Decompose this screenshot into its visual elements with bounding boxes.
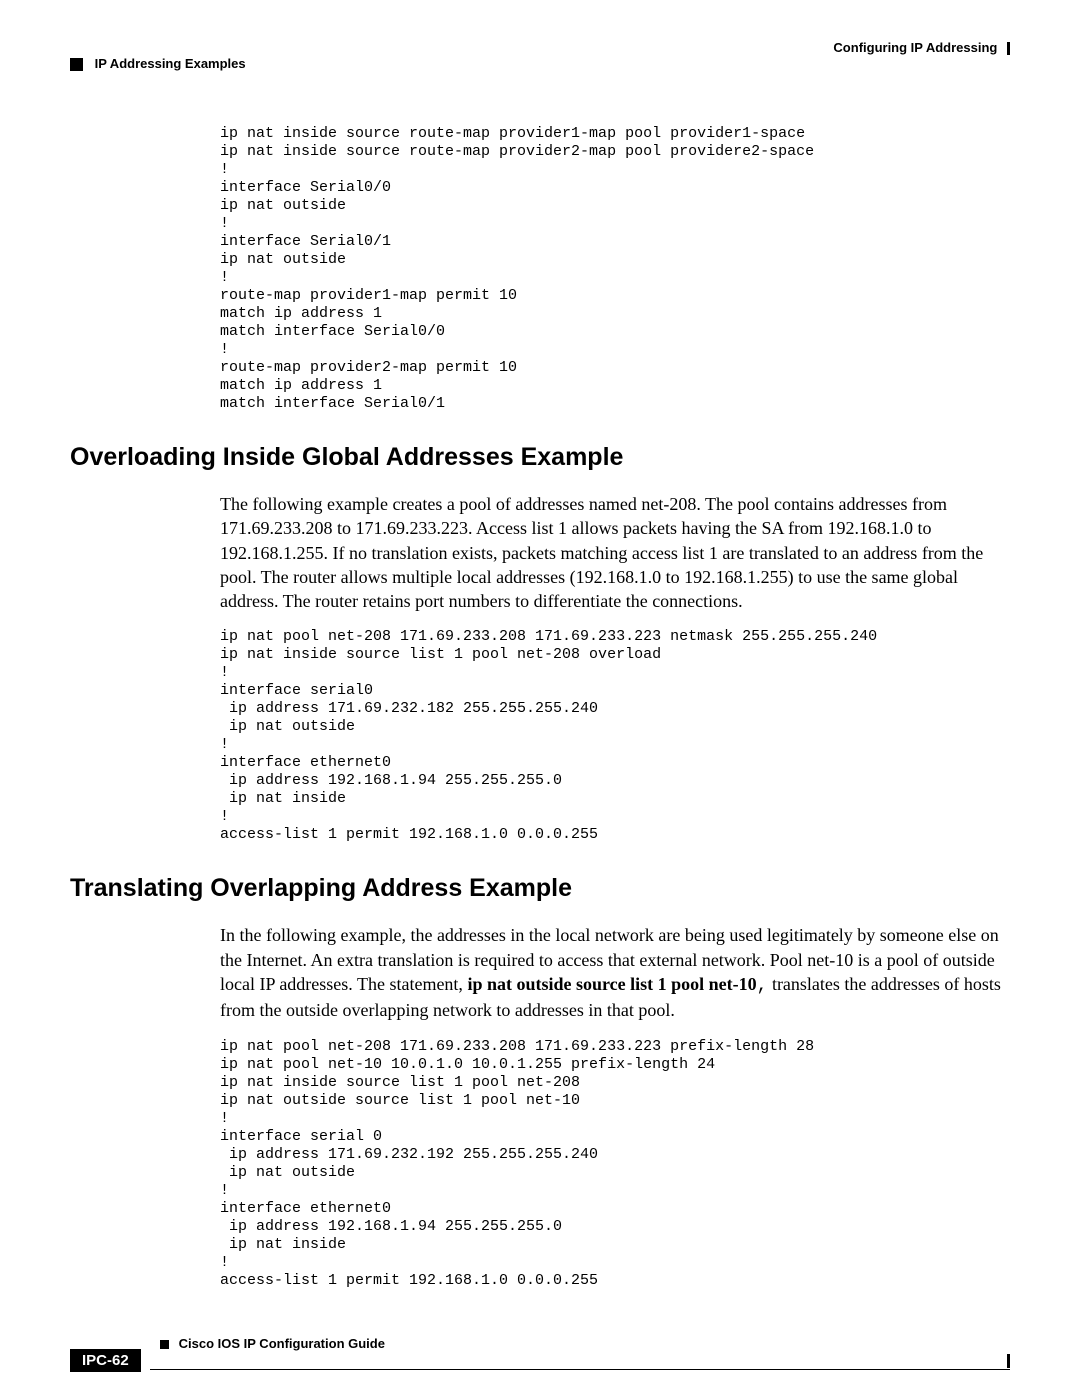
section2-heading: Translating Overlapping Address Example	[70, 874, 1010, 903]
header-square-icon	[70, 58, 83, 71]
header-right-text: Configuring IP Addressing	[833, 40, 997, 55]
code-block-1: ip nat inside source route-map provider1…	[220, 125, 1010, 413]
footer-right-bar-icon	[1007, 1354, 1010, 1368]
section1-heading: Overloading Inside Global Addresses Exam…	[70, 443, 1010, 472]
footer-title-row: Cisco IOS IP Configuration Guide	[160, 1336, 1010, 1351]
section1-code: ip nat pool net-208 171.69.233.208 171.6…	[220, 628, 1010, 844]
footer-square-icon	[160, 1340, 169, 1349]
section1-paragraph: The following example creates a pool of …	[220, 492, 1010, 613]
section2-paragraph: In the following example, the addresses …	[220, 923, 1010, 1022]
main-content: ip nat inside source route-map provider1…	[70, 125, 1010, 1320]
header-bar-icon	[1007, 42, 1010, 55]
footer-line	[150, 1369, 1010, 1370]
section2-para-bold: ip nat outside source list 1 pool net-10	[467, 974, 756, 994]
page-number: IPC-62	[70, 1349, 141, 1372]
footer-title-text: Cisco IOS IP Configuration Guide	[179, 1336, 385, 1351]
section2-para-mono: ,	[757, 976, 768, 996]
section2-code: ip nat pool net-208 171.69.233.208 171.6…	[220, 1038, 1010, 1290]
header-right: Configuring IP Addressing	[833, 40, 1010, 55]
footer: Cisco IOS IP Configuration Guide IPC-62	[70, 1354, 1010, 1372]
header-left: IP Addressing Examples	[70, 56, 246, 71]
header-left-text: IP Addressing Examples	[95, 56, 246, 71]
